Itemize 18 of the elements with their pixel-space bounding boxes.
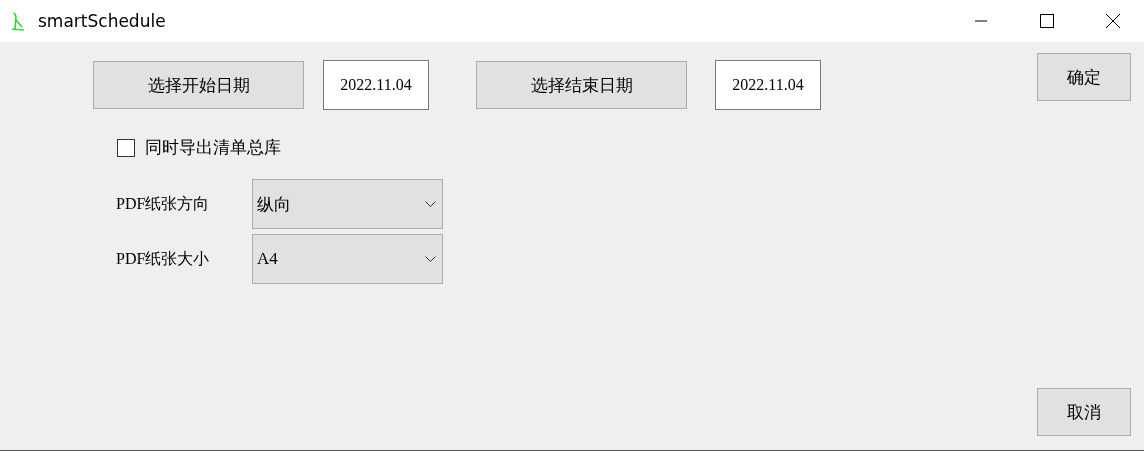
dropdown[interactable]: A4 — [252, 234, 443, 284]
end-date-button[interactable]: 选择结束日期 — [476, 61, 687, 109]
window-title: smartSchedule — [38, 11, 166, 31]
start-date-button[interactable]: 选择开始日期 — [93, 61, 304, 109]
start-date-field[interactable]: 2022.11.04 — [323, 60, 429, 110]
end-date-field[interactable]: 2022.11.04 — [715, 60, 821, 110]
checkbox-label: 同时导出清单总库 — [145, 137, 281, 159]
maximize-icon — [1040, 14, 1054, 28]
cancel-button[interactable]: 取消 — [1037, 388, 1131, 436]
setting-label: PDF纸张大小 — [116, 248, 211, 269]
setting-label: PDF纸张方向 — [116, 193, 211, 214]
export-checkbox[interactable] — [117, 138, 135, 157]
app-icon — [10, 11, 26, 31]
confirm-button[interactable]: 确定 — [1037, 53, 1131, 101]
chevron-down-icon — [425, 201, 436, 207]
dropdown[interactable]: 纵向 — [252, 179, 443, 229]
chevron-down-icon — [425, 256, 436, 262]
close-icon — [1106, 14, 1120, 28]
